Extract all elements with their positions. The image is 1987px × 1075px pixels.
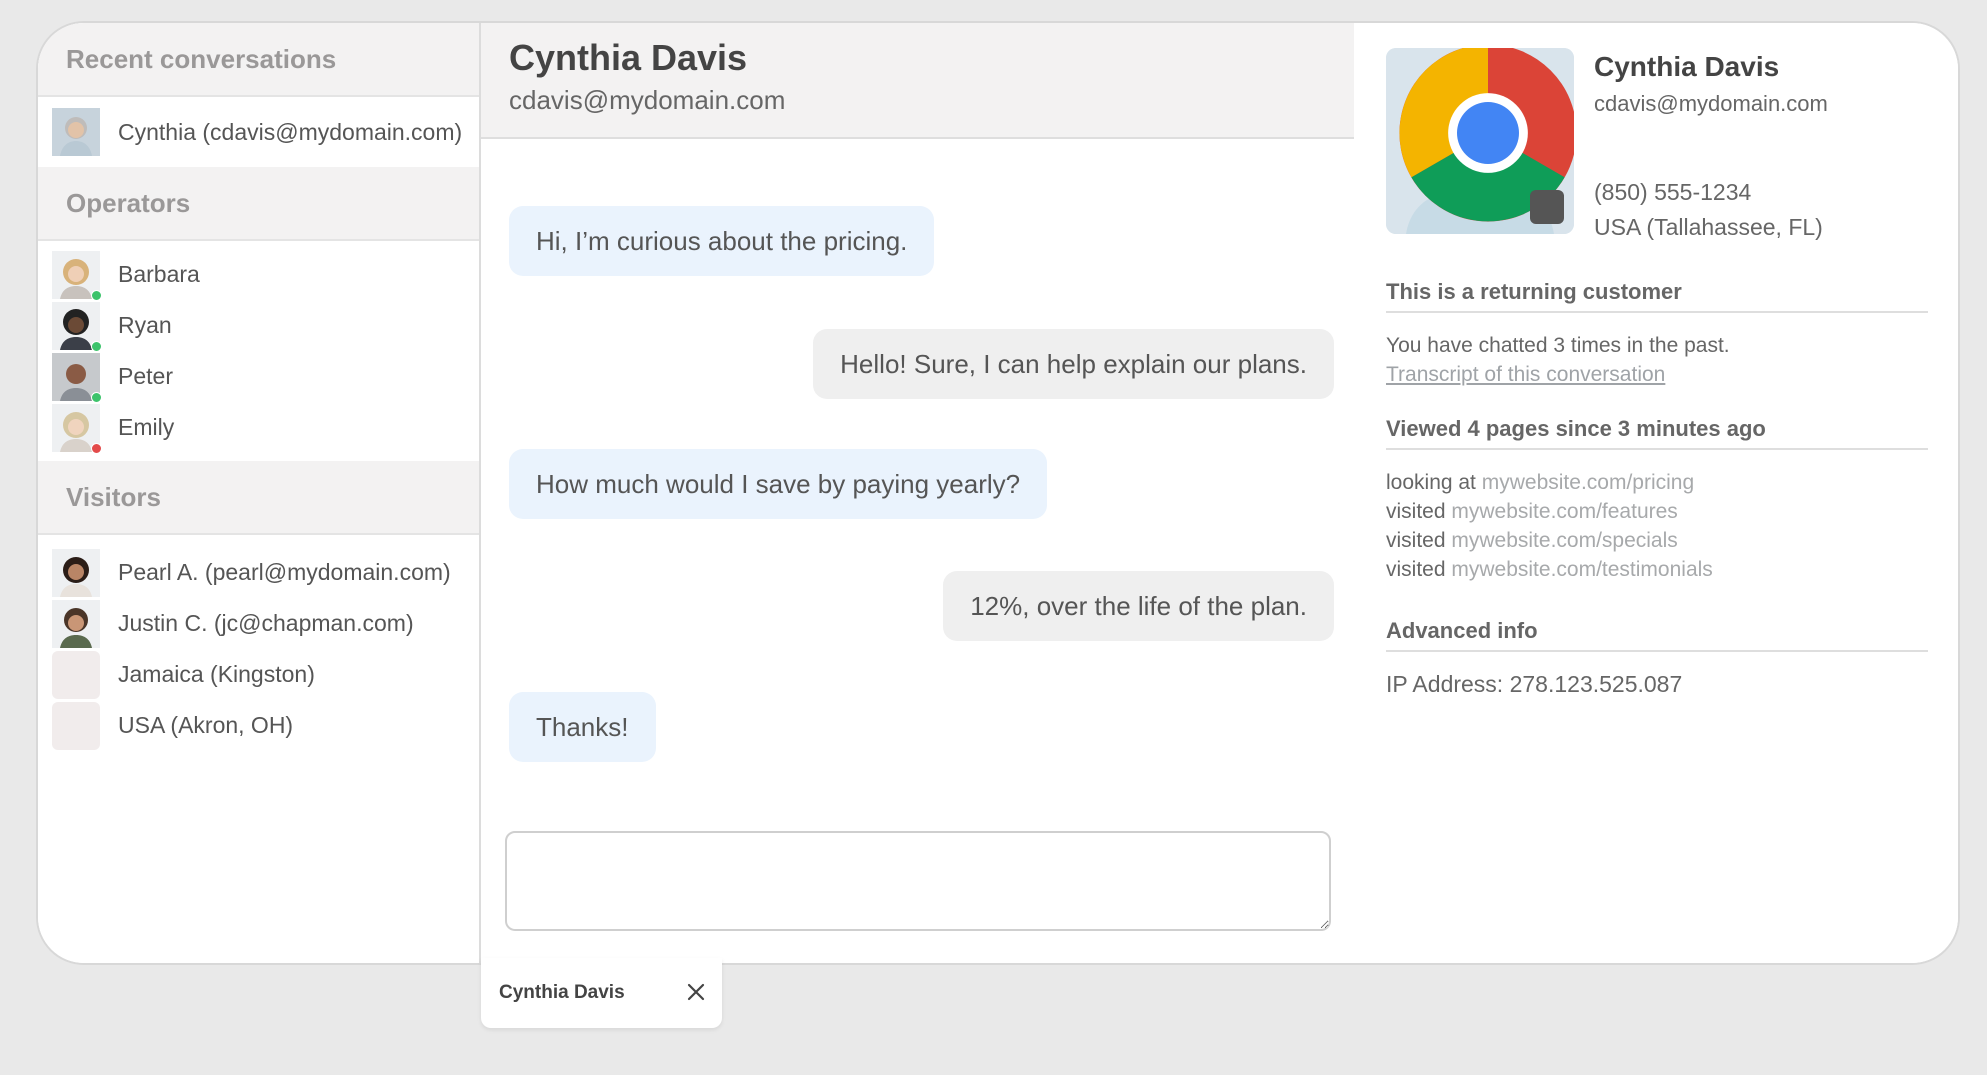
apple-icon	[1530, 190, 1564, 224]
online-status-dot	[91, 391, 102, 403]
operator-name: Emily	[118, 414, 175, 440]
page-visit-item: visited mywebsite.com/specials	[1386, 526, 1928, 555]
message-input[interactable]	[505, 831, 1331, 931]
operator-item-emily[interactable]: Emily	[38, 402, 479, 454]
recent-conversation-label: Cynthia (cdavis@mydomain.com)	[118, 118, 463, 145]
visitor-message: Hi, I’m curious about the pricing.	[509, 206, 935, 276]
visited-url[interactable]: mywebsite.com/testimonials	[1451, 558, 1712, 581]
sidebar: Recent conversations Cynthia (cdavis@myd…	[38, 23, 481, 963]
customer-name: Cynthia Davis	[1594, 51, 1780, 82]
visitor-message: How much would I save by paying yearly?	[509, 449, 1048, 519]
chat-window: Recent conversations Cynthia (cdavis@myd…	[36, 21, 1960, 965]
visited-url[interactable]: mywebsite.com/specials	[1451, 529, 1677, 552]
operator-name: Barbara	[118, 261, 200, 287]
recent-conversation-item[interactable]: Cynthia (cdavis@mydomain.com)	[38, 97, 479, 167]
advanced-info-section: Advanced info IP Address: 278.123.525.08…	[1386, 618, 1928, 699]
avatar	[52, 352, 102, 403]
operator-message: 12%, over the life of the plan.	[943, 571, 1334, 641]
close-icon[interactable]	[682, 978, 710, 1006]
operator-item-barbara[interactable]: Barbara	[38, 249, 479, 301]
operator-message: Hello! Sure, I can help explain our plan…	[813, 329, 1334, 399]
busy-status-dot	[91, 442, 102, 454]
visit-verb: visited	[1386, 500, 1446, 523]
visitor-item[interactable]: Pearl A. (pearl@mydomain.com)	[38, 547, 479, 598]
visitor-label: Justin C. (jc@chapman.com)	[118, 610, 414, 636]
recent-conversations-heading: Recent conversations	[38, 23, 479, 97]
chat-contact-name: Cynthia Davis	[509, 37, 748, 78]
visited-url[interactable]: mywebsite.com/pricing	[1482, 471, 1694, 494]
visitor-item[interactable]: USA (Akron, OH)	[38, 700, 479, 751]
section-title: Advanced info	[1386, 618, 1928, 652]
visitor-label: Pearl A. (pearl@mydomain.com)	[118, 559, 451, 585]
operator-name: Ryan	[118, 312, 172, 338]
pages-viewed-section: Viewed 4 pages since 3 minutes ago looki…	[1386, 416, 1928, 584]
customer-email: cdavis@mydomain.com	[1594, 91, 1828, 116]
visitors-heading: Visitors	[38, 461, 479, 535]
avatar	[52, 301, 102, 352]
visitor-label: Jamaica (Kingston)	[118, 661, 315, 687]
avatar	[52, 548, 100, 597]
section-title: Viewed 4 pages since 3 minutes ago	[1386, 416, 1928, 450]
visit-verb: visited	[1386, 529, 1446, 552]
visited-url[interactable]: mywebsite.com/features	[1451, 500, 1677, 523]
visitor-info-panel: Cynthia Davis cdavis@mydomain.com (850) …	[1356, 23, 1958, 963]
customer-location: USA (Tallahassee, FL)	[1594, 214, 1823, 240]
conversation-tab-label: Cynthia Davis	[499, 982, 625, 1003]
page-visit-item: looking at mywebsite.com/pricing	[1386, 468, 1928, 497]
avatar	[52, 403, 102, 454]
chat-header: Cynthia Davis cdavis@mydomain.com	[481, 23, 1354, 139]
visitor-message: Thanks!	[509, 692, 656, 762]
visit-verb: looking at	[1386, 471, 1476, 494]
chat-count-text: You have chatted 3 times in the past.	[1386, 334, 1730, 357]
chat-contact-email: cdavis@mydomain.com	[509, 85, 786, 115]
avatar	[52, 250, 102, 301]
chat-panel: Cynthia Davis cdavis@mydomain.com Hi, I’…	[481, 23, 1354, 963]
operators-heading: Operators	[38, 167, 479, 241]
section-title: This is a returning customer	[1386, 279, 1928, 313]
transcript-link[interactable]: Transcript of this conversation	[1386, 360, 1928, 389]
ip-address: IP Address: 278.123.525.087	[1386, 671, 1683, 697]
operator-item-peter[interactable]: Peter	[38, 351, 479, 403]
page-visit-item: visited mywebsite.com/features	[1386, 497, 1928, 526]
operator-name: Peter	[118, 363, 173, 389]
visitor-label: USA (Akron, OH)	[118, 712, 294, 738]
online-status-dot	[91, 289, 102, 301]
customer-photo	[1386, 48, 1574, 234]
avatar-placeholder	[52, 701, 100, 750]
returning-customer-section: This is a returning customer You have ch…	[1386, 279, 1928, 389]
avatar	[52, 599, 100, 648]
avatar	[52, 108, 100, 156]
visitor-item[interactable]: Justin C. (jc@chapman.com)	[38, 598, 479, 649]
operator-item-ryan[interactable]: Ryan	[38, 300, 479, 352]
visit-verb: visited	[1386, 558, 1446, 581]
visitor-item[interactable]: Jamaica (Kingston)	[38, 649, 479, 700]
page-visit-item: visited mywebsite.com/testimonials	[1386, 555, 1928, 584]
avatar-placeholder	[52, 650, 100, 699]
customer-phone: (850) 555-1234	[1594, 179, 1752, 205]
online-status-dot	[91, 340, 102, 352]
conversation-tab[interactable]: Cynthia Davis	[481, 958, 722, 1028]
